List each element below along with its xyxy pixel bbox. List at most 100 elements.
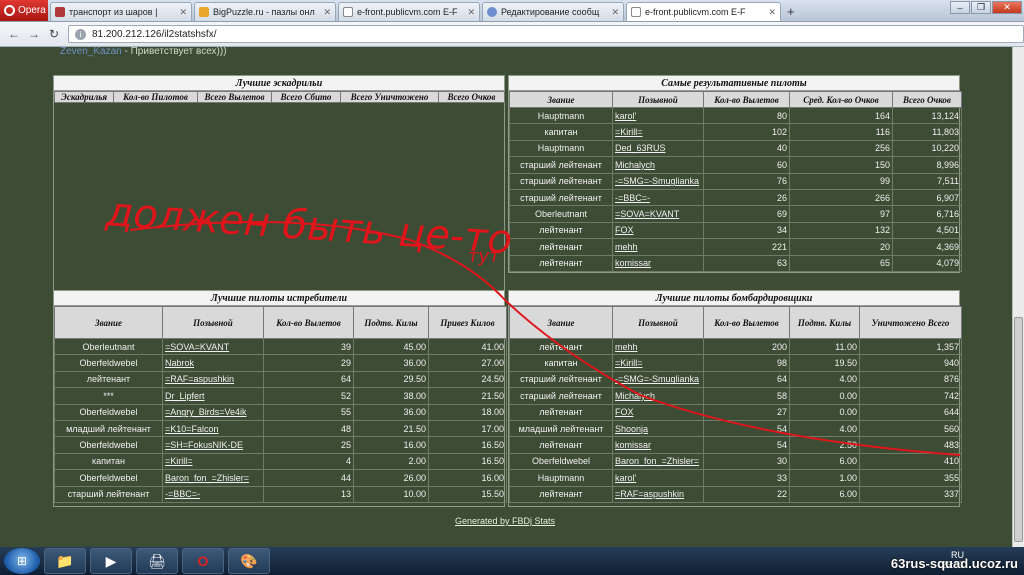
pilot-callsign-link[interactable]: =SOVA=KVANT	[165, 342, 229, 352]
scrollbar-thumb[interactable]	[1014, 317, 1023, 542]
address-input[interactable]: i 81.200.212.126/il2statshsfx/	[67, 25, 1024, 43]
close-tab-icon[interactable]: ✕	[768, 7, 776, 18]
tab-2[interactable]: BigPuzzle.ru - пазлы онл ✕	[194, 2, 336, 21]
table-cell: старший лейтенант	[54, 485, 163, 503]
tab-5-active[interactable]: e-front.publicvm.com E-F ✕	[626, 2, 781, 21]
pilot-callsign-link[interactable]: komissar	[615, 258, 651, 268]
close-tab-icon[interactable]: ✕	[611, 7, 619, 18]
column-header[interactable]: Эскадрилья	[54, 91, 114, 103]
opera-menu-button[interactable]: Opera	[0, 0, 48, 21]
close-tab-icon[interactable]: ✕	[179, 7, 187, 18]
column-header[interactable]: Звание	[509, 306, 613, 339]
pilot-callsign-link[interactable]: =Kirill=	[165, 456, 193, 466]
pilot-callsign-link[interactable]: =K10=Falcon	[165, 424, 219, 434]
pilot-callsign-link[interactable]: =Angry_Birds=Ve4ik	[165, 407, 247, 417]
column-header[interactable]: Звание	[54, 306, 163, 339]
table-cell: Oberfeldwebel	[54, 354, 163, 372]
close-tab-icon[interactable]: ✕	[323, 7, 331, 18]
pilot-callsign-link[interactable]: =RAF=aspushkin	[165, 374, 234, 384]
pilot-callsign-link[interactable]: -=SMG=-Smuglianka	[615, 176, 699, 186]
pilot-callsign-link[interactable]: =Kirill=	[615, 127, 643, 137]
column-header[interactable]: Кол-во Вылетов	[263, 306, 354, 339]
column-header[interactable]: Подтв. Килы	[789, 306, 860, 339]
pilot-callsign-link[interactable]: komissar	[615, 440, 651, 450]
new-tab-button[interactable]: +	[787, 4, 795, 19]
site-info-icon[interactable]: i	[74, 28, 86, 40]
explorer-taskbar-icon[interactable]: 📁	[44, 548, 86, 574]
pilot-callsign-link[interactable]: Baron_fon_=Zhisler=	[615, 456, 699, 466]
callsign-cell: -=SMG=-Smuglianka	[612, 370, 704, 389]
panel-title: Лучшие пилоты истребители	[54, 291, 504, 306]
pilot-callsign-link[interactable]: =RAF=aspushkin	[615, 489, 684, 499]
table-cell: 27.00	[428, 354, 507, 372]
pilot-callsign-link[interactable]: Michalych	[615, 160, 655, 170]
pilot-callsign-link[interactable]: =Kirill=	[615, 358, 643, 368]
pilot-callsign-link[interactable]: FOX	[615, 225, 634, 235]
callsign-cell: =Angry_Birds=Ve4ik	[162, 403, 264, 421]
paint-taskbar-icon[interactable]: 🎨	[228, 548, 270, 574]
pilot-callsign-link[interactable]: -=BBC=-	[165, 489, 200, 499]
column-header[interactable]: Кол-во Пилотов	[113, 91, 198, 103]
table-cell: младший лейтенант	[54, 419, 163, 438]
column-header[interactable]: Подтв. Килы	[353, 306, 429, 339]
table-cell: 54	[703, 436, 790, 454]
pilot-callsign-link[interactable]: karol'	[615, 473, 636, 483]
media-player-taskbar-icon[interactable]: ▶	[90, 548, 132, 574]
column-header[interactable]: Позывной	[162, 306, 264, 339]
callsign-cell: =SOVA=KVANT	[612, 205, 704, 223]
pilot-callsign-link[interactable]: Baron_fon_=Zhisler=	[165, 473, 249, 483]
column-header[interactable]: Сред. Кол-во Очков	[789, 91, 893, 108]
generated-by-link[interactable]: Generated by FBDj Stats	[455, 516, 555, 526]
column-header[interactable]: Уничтожено Всего	[859, 306, 962, 339]
table-row: Oberfeldwebel =SH=FokusNIK-DE 25 16.00 16.50	[54, 436, 507, 454]
tab-4[interactable]: Редактирование сообщ ✕	[482, 2, 624, 21]
minimize-icon[interactable]: –	[950, 1, 970, 14]
table-cell: лейтенант	[509, 485, 613, 503]
page-scrollbar[interactable]	[1012, 47, 1024, 547]
table-cell: 64	[263, 370, 354, 389]
callsign-cell: karol'	[612, 469, 704, 487]
table-cell: 6,716	[892, 205, 962, 223]
opera-taskbar-icon[interactable]: O	[182, 548, 224, 574]
table-cell: 742	[859, 387, 962, 405]
devices-taskbar-icon[interactable]: 🖨	[136, 548, 178, 574]
reload-icon[interactable]: ↻	[48, 27, 60, 41]
pilot-callsign-link[interactable]: =SH=FokusNIK-DE	[165, 440, 243, 450]
pilot-callsign-link[interactable]: Dr_Lipfert	[165, 391, 205, 401]
table-row: Hauptmann Ded_63RUS 40 256 10,220	[509, 139, 962, 158]
pilot-callsign-link[interactable]: Shoonja	[615, 424, 648, 434]
column-header[interactable]: Позывной	[612, 91, 704, 108]
column-header[interactable]: Позывной	[612, 306, 704, 339]
column-header[interactable]: Всего Вылетов	[197, 91, 272, 103]
pilot-callsign-link[interactable]: FOX	[615, 407, 634, 417]
maximize-icon[interactable]: ❐	[971, 1, 991, 14]
tab-1[interactable]: транспорт из шаров | ✕	[50, 2, 192, 21]
column-header[interactable]: Всего Сбито	[271, 91, 341, 103]
pilot-callsign-link[interactable]: =SOVA=KVANT	[615, 209, 679, 219]
start-button[interactable]: ⊞	[4, 548, 40, 574]
pilot-callsign-link[interactable]: Michalych	[615, 391, 655, 401]
close-tab-icon[interactable]: ✕	[467, 7, 475, 18]
pilot-callsign-link[interactable]: -=SMG=-Smuglianka	[615, 374, 699, 384]
column-header[interactable]: Всего Уничтожено	[340, 91, 439, 103]
pilot-callsign-link[interactable]: karol'	[615, 111, 636, 121]
pilot-callsign-link[interactable]: -=BBC=-	[615, 193, 650, 203]
pilot-callsign-link[interactable]: Nabrok	[165, 358, 194, 368]
column-header[interactable]: Кол-во Вылетов	[703, 91, 790, 108]
pilot-callsign-link[interactable]: Ded_63RUS	[615, 143, 666, 153]
column-header[interactable]: Звание	[509, 91, 613, 108]
pilot-callsign-link[interactable]: mehh	[615, 242, 638, 252]
tab-3[interactable]: e-front.publicvm.com E-F ✕	[338, 2, 480, 21]
column-header[interactable]: Привез Килов	[428, 306, 507, 339]
forward-arrow-icon[interactable]: →	[28, 27, 40, 41]
table-cell: 33	[703, 469, 790, 487]
column-header[interactable]: Всего Очков	[438, 91, 505, 103]
column-header[interactable]: Кол-во Вылетов	[703, 306, 790, 339]
table-cell: лейтенант	[509, 221, 613, 240]
close-window-icon[interactable]: ✕	[992, 1, 1022, 14]
table-cell: 4,079	[892, 254, 962, 272]
table-cell: 21.50	[428, 387, 507, 405]
column-header[interactable]: Всего Очков	[892, 91, 962, 108]
pilot-callsign-link[interactable]: mehh	[615, 342, 638, 352]
back-arrow-icon[interactable]: ←	[8, 27, 20, 41]
